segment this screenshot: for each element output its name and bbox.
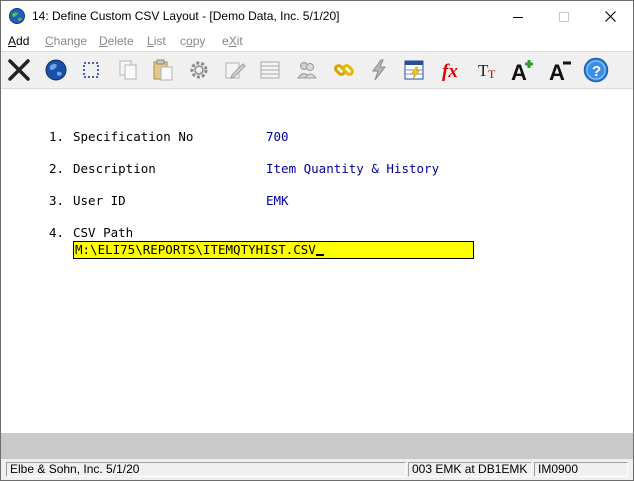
menu-bar: Add Change Delete List copy eXit — [1, 32, 633, 51]
font-increase-icon: A — [511, 60, 533, 82]
menu-exit[interactable]: eXit — [222, 34, 243, 48]
font-button[interactable]: TT — [473, 55, 503, 85]
title-bar: 14: Define Custom CSV Layout - [Demo Dat… — [1, 1, 633, 32]
menu-add[interactable]: Add — [8, 34, 29, 48]
specification-no-value[interactable]: 700 — [266, 129, 289, 144]
menu-list[interactable]: List — [147, 34, 166, 48]
svg-text:A: A — [549, 60, 565, 82]
field-number: 2. — [49, 161, 65, 176]
font-decrease-button[interactable]: A — [546, 55, 576, 85]
spreadsheet-icon — [404, 60, 424, 80]
globe-icon — [45, 59, 67, 81]
font-increase-button[interactable]: A — [508, 55, 538, 85]
csv-path-text: M:\ELI75\REPORTS\ITEMQTYHIST.CSV — [75, 242, 316, 257]
application-window: 14: Define Custom CSV Layout - [Demo Dat… — [0, 0, 634, 481]
svg-text:?: ? — [592, 63, 601, 80]
user-id-label: User ID — [73, 193, 126, 208]
menu-delete[interactable]: Delete — [99, 34, 134, 48]
app-globe-icon — [9, 8, 25, 24]
toolbar: fx TT A A ? — [1, 51, 633, 89]
text-cursor — [315, 254, 324, 256]
csv-path-label: CSV Path — [73, 225, 134, 240]
list-icon — [260, 61, 280, 79]
select-button[interactable] — [76, 55, 106, 85]
help-button[interactable]: ? — [581, 55, 611, 85]
paste-button[interactable] — [148, 55, 178, 85]
specification-no-label: Specification No — [73, 129, 194, 144]
svg-text:T: T — [488, 67, 496, 81]
globe-button[interactable] — [41, 55, 71, 85]
minimize-button[interactable] — [495, 1, 541, 32]
font-decrease-icon: A — [549, 60, 571, 82]
maximize-button[interactable] — [541, 1, 587, 32]
status-bar: Elbe & Sohn, Inc. 5/1/20 003 EMK at DB1E… — [1, 459, 633, 480]
field-number: 1. — [49, 129, 65, 144]
field-number: 3. — [49, 193, 65, 208]
select-icon — [83, 62, 99, 78]
function-icon: fx — [442, 61, 458, 82]
function-button[interactable]: fx — [437, 55, 467, 85]
copy-icon — [119, 60, 137, 80]
settings-button[interactable] — [184, 55, 214, 85]
status-company: Elbe & Sohn, Inc. 5/1/20 — [6, 462, 406, 477]
edit-icon — [225, 62, 246, 79]
minimize-icon — [513, 16, 523, 18]
link-icon — [334, 64, 354, 76]
window-title: 14: Define Custom CSV Layout - [Demo Dat… — [32, 9, 340, 23]
help-icon: ? — [583, 57, 609, 83]
link-button[interactable] — [329, 55, 359, 85]
status-program: IM0900 — [534, 462, 628, 477]
edit-button[interactable] — [220, 55, 250, 85]
paste-icon — [153, 59, 173, 81]
lightning-button[interactable] — [364, 55, 394, 85]
exit-button[interactable] — [4, 55, 34, 85]
font-icon: TT — [478, 61, 496, 81]
menu-copy[interactable]: copy — [180, 34, 205, 48]
lightning-icon — [372, 59, 387, 81]
gray-band — [1, 433, 633, 459]
description-value[interactable]: Item Quantity & History — [266, 161, 439, 176]
csv-path-input[interactable]: M:\ELI75\REPORTS\ITEMQTYHIST.CSV — [73, 241, 474, 259]
close-icon — [604, 11, 616, 22]
copy-button[interactable] — [113, 55, 143, 85]
menu-change[interactable]: Change — [45, 34, 87, 48]
status-session: 003 EMK at DB1EMK — [408, 462, 532, 477]
field-number: 4. — [49, 225, 65, 240]
svg-text:fx: fx — [442, 61, 458, 82]
list-button[interactable] — [255, 55, 285, 85]
spreadsheet-button[interactable] — [399, 55, 429, 85]
users-button[interactable] — [292, 55, 322, 85]
maximize-icon — [559, 11, 569, 22]
settings-icon — [190, 61, 208, 79]
users-icon — [297, 62, 318, 79]
close-button[interactable] — [587, 1, 633, 32]
svg-text:A: A — [511, 60, 527, 82]
form-area: 1. Specification No 700 2. Description I… — [1, 89, 633, 433]
description-label: Description — [73, 161, 156, 176]
exit-icon — [8, 59, 30, 81]
user-id-value[interactable]: EMK — [266, 193, 289, 208]
